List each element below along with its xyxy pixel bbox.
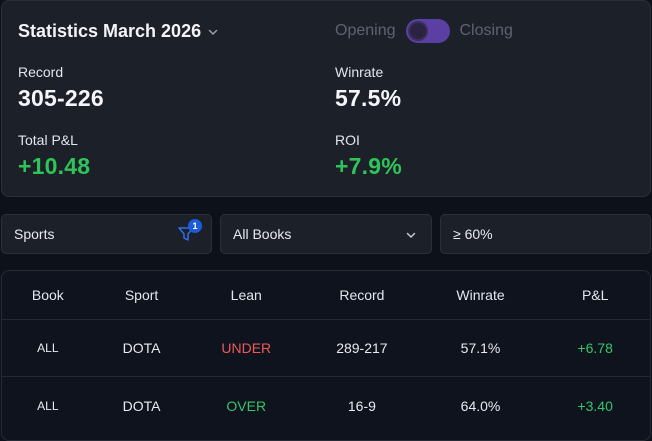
opening-label[interactable]: Opening (335, 22, 396, 40)
toggle-knob (407, 21, 428, 41)
cell-lean: UNDER (221, 340, 272, 356)
table-row[interactable]: ALL DOTA UNDER 289-217 57.1% +6.78 (2, 320, 650, 377)
header-pnl[interactable]: P&L (540, 287, 650, 303)
cell-book: ALL (37, 398, 59, 413)
cell-sport: DOTA (122, 340, 161, 356)
cell-lean: OVER (226, 397, 267, 414)
chevron-down-icon (208, 29, 218, 35)
cell-winrate: 64.0% (460, 397, 501, 414)
results-table: Book Sport Lean Record Winrate P&L ALL D… (1, 270, 651, 441)
opening-closing-toggle-group: Opening Closing (335, 19, 513, 43)
winrate-threshold-input[interactable]: ≥ 60% (440, 214, 651, 254)
cell-book: ALL (37, 341, 59, 355)
cell-pnl: +3.40 (577, 397, 613, 414)
stats-title: Statistics March 2026 (18, 21, 202, 41)
winrate-stat: Winrate 57.5% (335, 64, 401, 112)
cell-pnl: +6.78 (577, 340, 613, 356)
header-winrate[interactable]: Winrate (421, 287, 541, 303)
winrate-value: 57.5% (335, 85, 402, 111)
books-dropdown[interactable]: All Books (220, 214, 432, 254)
roi-stat: ROI +7.9% (335, 132, 402, 180)
books-dropdown-value: All Books (233, 226, 292, 242)
cell-winrate: 57.1% (460, 340, 501, 356)
cell-sport: DOTA (122, 397, 161, 414)
roi-label: ROI (335, 132, 360, 148)
record-stat: Record 305-226 (18, 64, 104, 112)
record-value: 305-226 (18, 85, 104, 111)
pnl-stat: Total P&L +10.48 (18, 132, 90, 180)
cell-record: 289-217 (336, 340, 388, 356)
sports-filter-label: Sports (14, 226, 55, 242)
table-row[interactable]: ALL DOTA OVER 16-9 64.0% +3.40 (2, 377, 650, 434)
header-record[interactable]: Record (303, 287, 421, 303)
header-sport[interactable]: Sport (94, 287, 190, 303)
pnl-label: Total P&L (18, 132, 78, 148)
roi-value: +7.9% (335, 153, 402, 179)
pnl-value: +10.48 (18, 153, 91, 179)
opening-closing-toggle[interactable] (405, 19, 450, 43)
winrate-label: Winrate (335, 64, 384, 80)
cell-record: 16-9 (347, 397, 376, 414)
statistics-card: Statistics March 2026 Opening Closing Re… (1, 0, 651, 197)
chevron-down-icon (406, 232, 416, 238)
month-selector[interactable]: Statistics March 2026 (18, 21, 219, 42)
filter-count-badge: 1 (188, 219, 202, 233)
header-lean[interactable]: Lean (189, 287, 303, 303)
header-book[interactable]: Book (2, 287, 94, 303)
table-header-row: Book Sport Lean Record Winrate P&L (2, 271, 650, 320)
closing-label[interactable]: Closing (460, 22, 513, 40)
record-label: Record (18, 64, 64, 80)
sports-filter[interactable]: Sports 1 (1, 214, 212, 254)
threshold-value: ≥ 60% (453, 226, 493, 242)
